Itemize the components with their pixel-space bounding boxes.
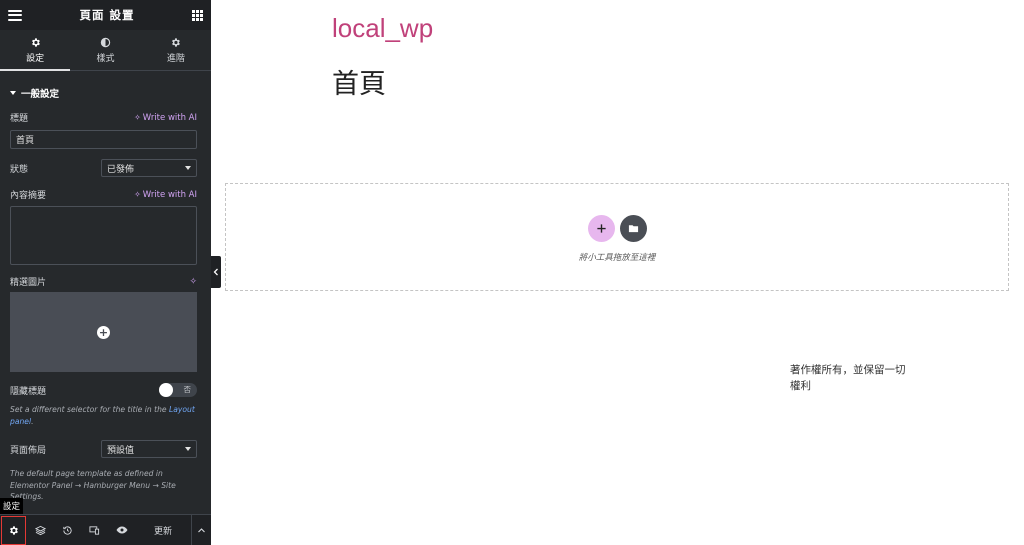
featured-image-row: 精選圖片 ✧	[10, 275, 197, 289]
hide-title-toggle[interactable]: 否	[159, 383, 197, 397]
caret-down-icon	[185, 447, 191, 451]
hide-title-row: 隱藏標題 否	[10, 383, 197, 397]
excerpt-label: 內容摘要	[10, 191, 47, 201]
tab-label: 設定	[26, 54, 45, 64]
tab-settings[interactable]: 設定	[0, 30, 71, 71]
title-label-row: 標題 ✧ Write with AI	[10, 111, 197, 125]
page-layout-row: 頁面佈局 預設值	[10, 440, 197, 458]
responsive-icon	[89, 525, 100, 535]
toggle-knob	[159, 383, 173, 397]
tab-label: 樣式	[96, 54, 115, 64]
page-layout-select[interactable]: 預設值	[101, 440, 197, 458]
sparkle-icon[interactable]: ✧	[189, 277, 197, 287]
chevron-left-icon	[213, 268, 218, 276]
layout-note: The default page template as defined in …	[10, 469, 176, 501]
tab-label: 進階	[166, 54, 185, 64]
editor-sidebar: 頁面 設置 設定 樣式 進階 一般設定 標題 ✧ Write with AI 首…	[0, 0, 211, 545]
folder-icon	[628, 225, 639, 233]
eye-icon	[116, 526, 127, 534]
sparkle-icon: ✧	[134, 113, 141, 122]
plus-icon	[597, 224, 606, 233]
status-label: 狀態	[10, 164, 29, 175]
sidebar-footer: 更新	[0, 514, 211, 545]
page-layout-label: 頁面佈局	[10, 445, 47, 456]
note-end: .	[31, 416, 34, 426]
add-section-button[interactable]	[588, 215, 615, 242]
chevron-up-icon	[198, 527, 205, 532]
status-select[interactable]: 已發佈	[101, 159, 197, 177]
write-with-ai-button[interactable]: ✧ Write with AI	[134, 113, 197, 123]
collapse-panel-button[interactable]	[211, 256, 221, 288]
ai-label: Write with AI	[142, 112, 197, 123]
hamburger-menu-icon[interactable]	[8, 9, 22, 21]
gear-icon	[10, 525, 18, 535]
title-label: 標題	[10, 114, 29, 124]
featured-image-picker[interactable]: +	[10, 292, 197, 372]
history-icon	[63, 525, 72, 535]
page-layout-value: 預設值	[107, 445, 135, 456]
footer-responsive-button[interactable]	[81, 515, 108, 545]
footer-navigator-button[interactable]	[27, 515, 54, 545]
note-text: Set a different selector for the title i…	[10, 405, 169, 414]
footer-settings-button[interactable]	[0, 515, 27, 545]
caret-down-icon	[185, 166, 191, 170]
add-image-icon: +	[97, 325, 110, 339]
page-title: 首頁	[332, 69, 386, 100]
widget-drop-zone[interactable]	[225, 183, 1009, 291]
gear-icon	[170, 36, 181, 48]
layers-icon	[35, 525, 46, 535]
drop-hint-text: 將小工具拖放至這裡	[578, 253, 656, 263]
excerpt-textarea[interactable]	[10, 206, 197, 265]
section-title: 一般設定	[21, 88, 60, 100]
title-input[interactable]: 首頁	[10, 130, 197, 149]
section-toggle-general[interactable]: 一般設定	[0, 71, 211, 101]
tab-style[interactable]: 樣式	[70, 30, 140, 70]
featured-image-label: 精選圖片	[10, 278, 47, 288]
sidebar-header: 頁面 設置	[0, 0, 211, 30]
footer-preview-button[interactable]	[108, 515, 135, 545]
settings-tooltip: 設定	[0, 498, 24, 514]
save-options-button[interactable]	[191, 514, 211, 545]
status-row: 狀態 已發佈	[10, 159, 197, 177]
site-title[interactable]: local_wp	[332, 13, 433, 44]
toggle-text: 否	[183, 385, 192, 394]
contrast-icon	[100, 36, 111, 48]
hide-title-label: 隱藏標題	[10, 386, 47, 397]
ai-label: Write with AI	[142, 189, 197, 200]
excerpt-label-row: 內容摘要 ✧ Write with AI	[10, 188, 197, 202]
settings-tabs: 設定 樣式 進階	[0, 30, 211, 71]
write-with-ai-button[interactable]: ✧ Write with AI	[134, 190, 197, 200]
sparkle-icon: ✧	[134, 190, 141, 199]
footer-history-button[interactable]	[54, 515, 81, 545]
copyright-text: 著作權所有，並保留一切權利	[790, 364, 906, 392]
gear-icon	[30, 36, 41, 48]
panel-title: 頁面 設置	[79, 8, 135, 22]
status-value: 已發佈	[107, 164, 135, 175]
triangle-down-icon	[10, 90, 16, 95]
add-template-button[interactable]	[620, 215, 647, 242]
tab-advanced[interactable]: 進階	[141, 30, 211, 70]
hide-title-note: Set a different selector for the title i…	[10, 404, 197, 427]
update-button[interactable]: 更新	[135, 515, 191, 545]
widgets-grid-icon[interactable]	[191, 9, 203, 21]
